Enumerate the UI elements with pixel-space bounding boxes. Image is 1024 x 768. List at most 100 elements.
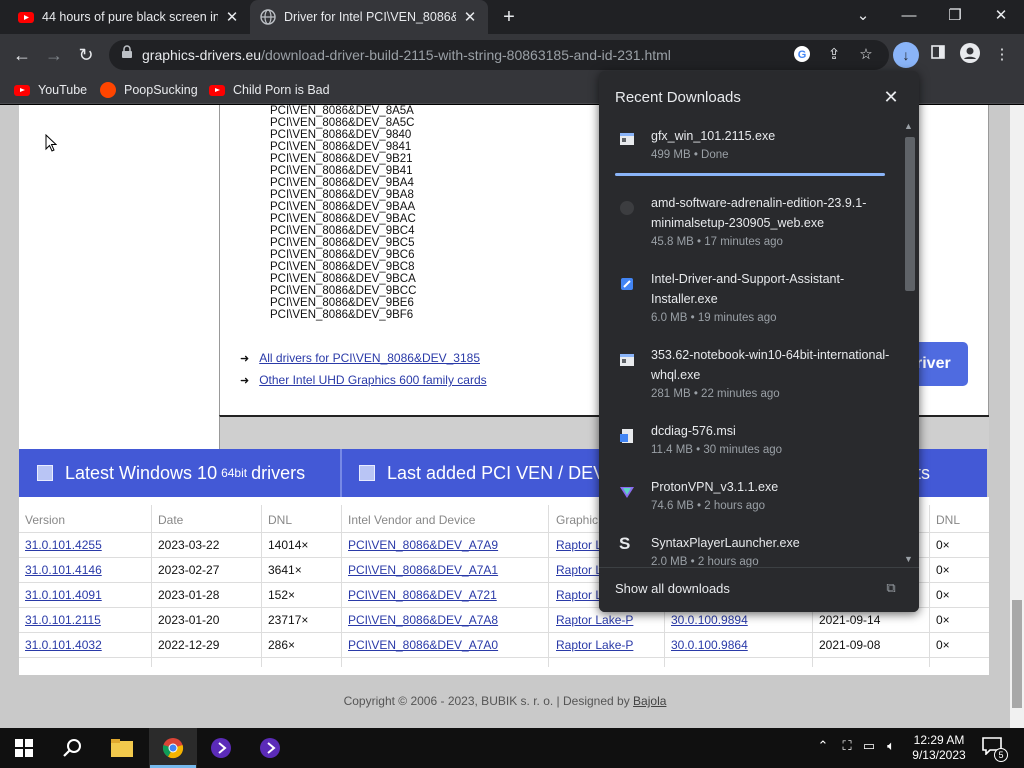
footer-designer-link[interactable]: Bajola <box>633 694 666 708</box>
device-link[interactable]: PCI\VEN_8086&DEV_A7A8 <box>348 613 498 627</box>
table-cell: 0× <box>936 613 950 627</box>
bookmark-label: YouTube <box>38 83 88 97</box>
network-icon[interactable]: ▭ <box>860 738 878 758</box>
google-g-icon[interactable]: G <box>792 45 812 65</box>
more-menu-icon[interactable]: ⋮ <box>990 43 1014 67</box>
graphic-link[interactable]: Raptor Lake-P <box>556 613 633 627</box>
bookmark-label: PoopSucking <box>124 83 198 97</box>
graphic-link[interactable]: Raptor L <box>556 538 602 552</box>
download-separator-bar <box>615 173 885 176</box>
download-item[interactable]: ProtonVPN_v3.1.1.exe 74.6 MB • 2 hours a… <box>599 474 899 530</box>
dnl-cell: 152× <box>268 588 296 602</box>
downloads-scroll-thumb[interactable] <box>905 137 915 291</box>
close-icon[interactable]: ✕ <box>462 8 478 26</box>
graphic-link[interactable]: Raptor L <box>556 588 602 602</box>
version-link[interactable]: 31.0.101.4032 <box>25 638 102 652</box>
lock-icon[interactable] <box>117 45 137 65</box>
show-all-downloads-link[interactable]: Show all downloads <box>615 581 730 596</box>
new-tab-plus-icon[interactable]: + <box>498 6 520 28</box>
download-item[interactable]: 353.62-notebook-win10-64bit-internationa… <box>599 342 899 400</box>
download-item[interactable]: gfx_win_101.2115.exe 499 MB • Done <box>599 123 899 179</box>
system-clock[interactable]: 12:29 AM 9/13/2023 <box>908 733 970 763</box>
device-id-line: PCI\VEN_8086&DEV_8A5A <box>270 105 414 117</box>
table-cell: PCI\VEN_8086&DEV_A7A1 <box>348 563 498 577</box>
msi-file-icon <box>619 428 635 444</box>
tray-chevron-up-icon[interactable]: ⌃ <box>814 738 832 758</box>
tray-app-icon[interactable]: ⛶ <box>838 738 856 758</box>
table-cell: 0× <box>936 538 950 552</box>
bookmark-item[interactable]: Child Porn is Bad <box>209 82 330 98</box>
graphic-link[interactable]: Raptor Lake-P <box>556 638 633 652</box>
download-item[interactable]: amd-software-adrenalin-edition-23.9.1-mi… <box>599 190 899 248</box>
windows-start-icon[interactable] <box>0 728 48 768</box>
bookmark-star-icon[interactable]: ☆ <box>856 45 876 65</box>
header-small-text: 64bit <box>221 466 248 480</box>
back-arrow-icon[interactable]: ← <box>9 42 35 68</box>
forward-arrow-icon[interactable]: → <box>41 42 67 68</box>
download-meta: 74.6 MB • 2 hours ago <box>651 500 765 512</box>
device-link[interactable]: PCI\VEN_8086&DEV_A7A0 <box>348 638 498 652</box>
left-column <box>19 105 219 449</box>
app-purple-icon[interactable] <box>246 728 294 768</box>
col-divider <box>261 505 262 667</box>
col-divider <box>341 505 342 667</box>
dnl-cell: 23717× <box>268 613 309 627</box>
search-icon[interactable] <box>48 728 96 768</box>
address-bar[interactable]: graphics-drivers.eu/download-driver-buil… <box>109 40 889 70</box>
version-link[interactable]: 31.0.101.4255 <box>25 538 102 552</box>
url-text[interactable]: graphics-drivers.eu/download-driver-buil… <box>142 47 671 63</box>
device-link[interactable]: PCI\VEN_8086&DEV_A7A9 <box>348 538 498 552</box>
open-in-new-icon[interactable]: ⧉ <box>883 580 899 596</box>
scroll-up-arrow-icon[interactable]: ▲ <box>904 121 913 131</box>
share-icon[interactable]: ⇪ <box>824 45 844 65</box>
table-cell: 2022-12-29 <box>158 638 219 652</box>
side-panel-icon[interactable] <box>926 43 950 67</box>
other-cards-link[interactable]: Other Intel UHD Graphics 600 family card… <box>259 373 486 387</box>
globe-icon <box>260 9 276 25</box>
tab-youtube[interactable]: 44 hours of pure black screen in H ✕ <box>8 0 250 34</box>
latest-drivers-header[interactable]: Latest Windows 10 64bit drivers <box>37 449 305 497</box>
minimize-icon[interactable]: — <box>886 0 932 34</box>
close-icon[interactable]: ✕ <box>881 87 901 107</box>
device-link[interactable]: PCI\VEN_8086&DEV_A721 <box>348 588 497 602</box>
app-purple-icon[interactable] <box>197 728 245 768</box>
all-drivers-link[interactable]: All drivers for PCI\VEN_8086&DEV_3185 <box>259 351 480 365</box>
profile-avatar-icon[interactable] <box>958 43 982 67</box>
download-filename: dcdiag-576.msi <box>651 424 736 438</box>
version-link[interactable]: 31.0.101.4146 <box>25 563 102 577</box>
version2-link[interactable]: 30.0.100.9894 <box>671 613 748 627</box>
graphic-link[interactable]: Raptor L <box>556 563 602 577</box>
device-link[interactable]: PCI\VEN_8086&DEV_A7A1 <box>348 563 498 577</box>
version-link[interactable]: 31.0.101.2115 <box>25 613 101 627</box>
downloads-icon[interactable]: ↓ <box>893 42 919 68</box>
volume-icon[interactable]: 🔈︎ <box>882 738 900 758</box>
download-item[interactable]: dcdiag-576.msi 11.4 MB • 30 minutes ago <box>599 418 899 474</box>
reload-icon[interactable]: ↻ <box>73 42 99 68</box>
bookmark-item[interactable]: YouTube <box>14 82 87 98</box>
dnl2-cell: 0× <box>936 588 950 602</box>
device-id-line: PCI\VEN_8086&DEV_9BCC <box>270 285 417 297</box>
version2-link[interactable]: 30.0.100.9864 <box>671 638 748 652</box>
window-close-icon[interactable]: ✕ <box>978 0 1024 34</box>
protonvpn-icon <box>619 484 635 500</box>
tab-search-chevron-icon[interactable]: ⌄ <box>840 0 886 34</box>
table-cell: 31.0.101.4032 <box>25 638 102 652</box>
chrome-taskbar-icon[interactable] <box>149 728 197 768</box>
syntax-s-icon: S <box>619 534 631 553</box>
bookmark-item[interactable]: PoopSucking <box>100 82 198 98</box>
table-cell: 3641× <box>268 563 302 577</box>
download-item[interactable]: Intel-Driver-and-Support-Assistant-Insta… <box>599 266 899 324</box>
tab-driver-page[interactable]: Driver for Intel PCI\VEN_8086&DE ✕ <box>250 0 488 34</box>
version-link[interactable]: 31.0.101.4091 <box>25 588 102 602</box>
downloads-bubble: Recent Downloads ✕ gfx_win_101.2115.exe … <box>599 71 919 612</box>
scroll-down-arrow-icon[interactable]: ▼ <box>904 554 913 564</box>
file-explorer-icon[interactable] <box>98 728 146 768</box>
date2-cell: 2021-09-08 <box>819 638 881 652</box>
device-id-line: PCI\VEN_8086&DEV_9BC8 <box>270 261 415 273</box>
close-icon[interactable]: ✕ <box>224 8 240 26</box>
last-added-header[interactable]: Last added PCI VEN / DEV <box>359 449 605 497</box>
clock-time: 12:29 AM <box>913 733 965 747</box>
download-filename: 353.62-notebook-win10-64bit-internationa… <box>651 348 890 382</box>
page-scrollbar-thumb[interactable] <box>1012 600 1022 708</box>
restore-icon[interactable]: ❐ <box>932 0 978 34</box>
